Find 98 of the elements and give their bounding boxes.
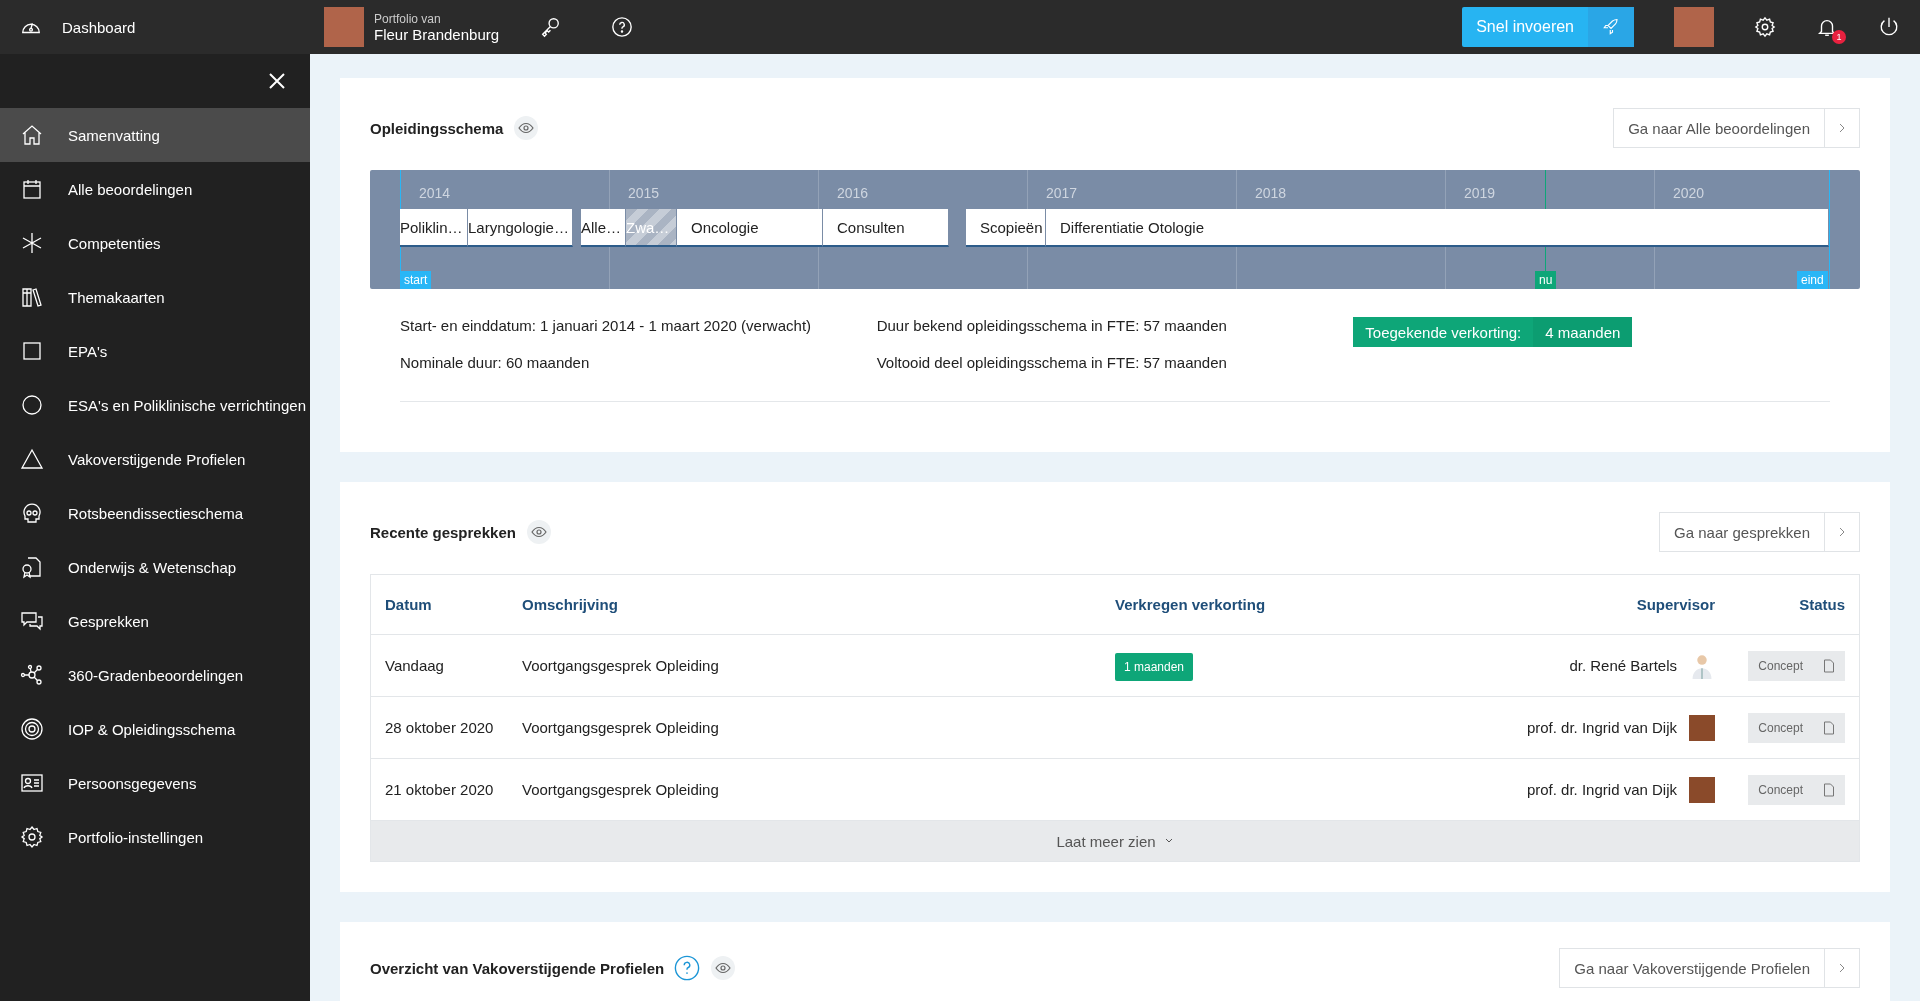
supervisor-name: dr. René Bartels (1569, 657, 1677, 674)
supervisor-name: prof. dr. Ingrid van Dijk (1526, 719, 1677, 736)
sidebar-item[interactable]: Persoonsgegevens (0, 756, 310, 810)
target-icon (20, 717, 44, 741)
status-button[interactable]: Concept (1748, 712, 1845, 743)
cal-icon (20, 177, 44, 201)
supervisor-name: prof. dr. Ingrid van Dijk (1526, 781, 1677, 798)
sidebar-item[interactable]: 360-Gradenbeoordelingen (0, 648, 310, 702)
schedule-block[interactable]: Alle… (581, 209, 626, 247)
table-cell-text: Vandaag (385, 657, 445, 674)
card-title: Recente gesprekken (370, 523, 516, 541)
sidebar-item[interactable]: Alle beoordelingen (0, 162, 310, 216)
doc-icon (20, 555, 44, 579)
close-icon[interactable] (268, 72, 286, 90)
gear-icon (20, 825, 44, 849)
settings-icon[interactable] (1754, 16, 1776, 38)
schedule-block[interactable]: Oncologie (677, 209, 823, 247)
column-header: Datum (385, 596, 433, 613)
year-label: 2017 (1046, 185, 1078, 201)
chevron-down-icon (1163, 837, 1174, 845)
status-button[interactable]: Concept (1748, 650, 1845, 681)
key-icon[interactable] (539, 16, 562, 38)
notification-count: 1 (1832, 30, 1846, 44)
table-cell-text: Voortgangsgesprek Opleiding (522, 719, 720, 736)
sidebar-item[interactable]: Rotsbeendissectieschema (0, 486, 310, 540)
year-label: 2020 (1673, 185, 1705, 201)
chevron-right-icon (1839, 527, 1845, 537)
year-label: 2014 (419, 185, 451, 201)
sidebar-item[interactable]: IOP & Opleidingsschema (0, 702, 310, 756)
portfolio-label: Portfolio van (374, 11, 442, 26)
go-to-profiles-button[interactable]: Ga naar Vakoverstijgende Profielen (1559, 948, 1860, 988)
books-icon (20, 285, 44, 309)
chevron-right-icon (1839, 123, 1845, 133)
fact-text: Duur bekend opleidingsschema in FTE: 57 maanden (876, 317, 1228, 334)
year-label: 2015 (628, 185, 660, 201)
timeline-marker: nu (1535, 271, 1557, 289)
skull-icon (20, 501, 44, 525)
year-label: 2016 (837, 185, 869, 201)
document-icon (1823, 658, 1835, 673)
sidebar-item[interactable]: ESA's en Poliklinische verrichtingen (0, 378, 310, 432)
sidebar-item[interactable]: Vakoverstijgende Profielen (0, 432, 310, 486)
table-cell-text: Voortgangsgesprek Opleiding (522, 781, 720, 798)
document-icon (1823, 720, 1835, 735)
sidebar-item[interactable]: Portfolio-instellingen (0, 810, 310, 864)
timeline-marker: eind (1797, 271, 1828, 289)
schedule-block[interactable]: Poliklin… (400, 209, 468, 247)
reduction-badge: 1 maanden (1115, 653, 1194, 681)
eye-icon[interactable] (525, 519, 552, 545)
fact-text: Start- en einddatum: 1 januari 2014 - 1 maart 2020 (verwacht) (400, 317, 813, 334)
year-label: 2019 (1464, 185, 1496, 201)
document-icon (1823, 782, 1835, 797)
table-cell-text: 21 oktober 2020 (385, 781, 495, 798)
help-icon[interactable] (611, 16, 634, 38)
star-icon (20, 231, 44, 255)
sidebar-item[interactable]: Samenvatting (0, 108, 310, 162)
chevron-right-icon (1839, 963, 1845, 973)
year-label: 2018 (1255, 185, 1287, 201)
circle-icon (20, 393, 44, 417)
chat-icon (20, 609, 44, 633)
go-to-assessments-button[interactable]: Ga naar Alle beoordelingen (1613, 108, 1860, 148)
sidebar-item[interactable]: Competenties (0, 216, 310, 270)
status-button[interactable]: Concept (1748, 774, 1845, 805)
eye-icon[interactable] (513, 115, 540, 141)
fact-text: Voltooid deel opleidingsschema in FTE: 57 maanden (876, 354, 1228, 371)
go-to-conversations-button[interactable]: Ga naar gesprekken (1659, 512, 1860, 552)
column-header: Verkregen verkorting (1115, 596, 1267, 613)
sidebar-item[interactable]: EPA's (0, 324, 310, 378)
home-icon (20, 123, 44, 147)
net-icon (20, 663, 44, 687)
dashboard-link[interactable]: Dashboard (62, 18, 136, 36)
column-header: Omschrijving (522, 596, 619, 613)
square-icon (20, 339, 44, 363)
eye-icon[interactable] (710, 955, 737, 981)
rocket-icon (1602, 18, 1620, 36)
user-avatar (324, 7, 364, 47)
sidebar-item[interactable]: Themakaarten (0, 270, 310, 324)
timeline-marker: start (400, 271, 432, 289)
card-title: Opleidingsschema (370, 119, 504, 137)
supervisor-avatar (1689, 714, 1715, 741)
schedule-block[interactable]: Differentiatie Otologie (1046, 209, 1829, 247)
table-cell-text: 28 oktober 2020 (385, 719, 495, 736)
power-icon[interactable] (1878, 16, 1900, 38)
supervisor-avatar (1689, 776, 1715, 803)
schedule-block[interactable]: Laryngologie… (468, 209, 573, 247)
card-title: Overzicht van Vakoverstijgende Profielen (370, 959, 665, 977)
column-header: Supervisor (1635, 596, 1715, 613)
schedule-block[interactable]: Consulten (823, 209, 949, 247)
reduction-badge: Toegekende verkorting: 4 maanden (1353, 317, 1633, 347)
show-more-button[interactable]: Laat meer zien (371, 821, 1859, 861)
card-icon (20, 771, 44, 795)
fact-text: Nominale duur: 60 maanden (400, 354, 591, 371)
table-cell-text: Voortgangsgesprek Opleiding (522, 657, 720, 674)
sidebar-item[interactable]: Onderwijs & Wetenschap (0, 540, 310, 594)
triangle-icon (20, 447, 44, 471)
portfolio-name[interactable]: Fleur Brandenburg (374, 25, 500, 43)
column-header: Status (1798, 596, 1845, 613)
schedule-block[interactable]: Scopieën (966, 209, 1046, 247)
sidebar-item[interactable]: Gesprekken (0, 594, 310, 648)
